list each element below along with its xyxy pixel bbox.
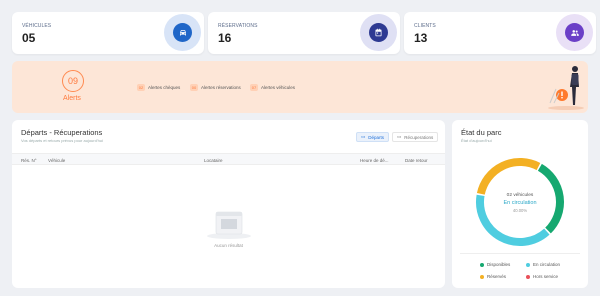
legend-divider bbox=[460, 253, 580, 254]
legend-dot bbox=[526, 274, 530, 279]
fleet-subtitle: État d'aujourd'hui bbox=[461, 138, 492, 143]
panel-subtitle: Vos départs et retours prévus pour aujou… bbox=[21, 138, 103, 143]
legend-dot bbox=[480, 262, 484, 267]
alert-chip-cheques[interactable]: 02 Alertes chèques bbox=[137, 82, 180, 92]
alert-chip-reservations[interactable]: 00 Alertes réservations bbox=[190, 82, 241, 92]
alert-chip-count: 00 bbox=[190, 83, 198, 91]
users-icon bbox=[556, 14, 593, 51]
tab-recuperations[interactable]: ▭ Récuperations bbox=[392, 132, 439, 142]
column-header-tenant[interactable]: Locataire bbox=[204, 158, 223, 163]
legend-label: En circulation bbox=[533, 262, 561, 267]
donut-center-percent: 40.00% bbox=[512, 208, 528, 213]
legend-label: Hors service bbox=[533, 274, 559, 279]
legend-item-reserved[interactable]: Réservés bbox=[480, 274, 506, 279]
stat-card-vehicles[interactable]: VÉHICULES 05 bbox=[12, 12, 204, 54]
alerts-label: Alerts bbox=[63, 95, 81, 102]
tab-label: Récuperations bbox=[404, 134, 434, 140]
tab-departures[interactable]: ▭ Départs bbox=[356, 132, 390, 142]
alert-chip-label: Alertes réservations bbox=[201, 84, 241, 90]
donut-slice-réservés[interactable] bbox=[476, 158, 541, 195]
empty-state-icon bbox=[207, 211, 251, 239]
alert-chip-count: 07 bbox=[250, 83, 258, 91]
alert-chip-vehicles[interactable]: 07 Alertes véhicules bbox=[250, 82, 295, 92]
stat-value: 16 bbox=[218, 31, 232, 45]
person-alert-illustration-icon bbox=[548, 66, 584, 110]
departures-tab-icon: ▭ bbox=[361, 134, 366, 139]
legend-item-available[interactable]: Disponibles bbox=[480, 262, 510, 267]
donut-center-count: 02 véhicules bbox=[506, 193, 534, 198]
recuperations-tab-icon: ▭ bbox=[397, 134, 402, 139]
column-header-departure-time[interactable]: Heure de dé... bbox=[360, 158, 389, 163]
car-icon bbox=[164, 14, 201, 51]
stat-label: RÉSERVATIONS bbox=[218, 23, 258, 29]
stat-label: CLIENTS bbox=[414, 23, 436, 29]
fleet-state-card: État du parc État d'aujourd'hui 02 véhic… bbox=[452, 120, 588, 288]
stat-label: VÉHICULES bbox=[22, 23, 52, 29]
column-header-return-date[interactable]: Date retour bbox=[405, 158, 428, 163]
calendar-icon bbox=[360, 14, 397, 51]
legend-item-out-of-service[interactable]: Hors service bbox=[526, 274, 558, 279]
alert-chip-label: Alertes chèques bbox=[148, 84, 181, 90]
legend-item-in-circulation[interactable]: En circulation bbox=[526, 262, 560, 267]
stat-value: 05 bbox=[22, 31, 36, 45]
donut-center-label: En circulation bbox=[503, 200, 537, 206]
stat-card-clients[interactable]: CLIENTS 13 bbox=[404, 12, 596, 54]
stat-value: 13 bbox=[414, 31, 428, 45]
empty-state-text: Aucun résultat bbox=[214, 243, 243, 248]
legend-label: Réservés bbox=[487, 274, 507, 279]
column-header-vehicle[interactable]: Véhicule bbox=[48, 158, 65, 163]
table-header: Rés. N° Véhicule Locataire Heure de dé..… bbox=[12, 153, 445, 165]
panel-title: Départs - Récuperations bbox=[21, 128, 103, 137]
legend-dot bbox=[526, 262, 530, 267]
departures-panel: Départs - Récuperations Vos départs et r… bbox=[12, 120, 445, 288]
alert-chip-label: Alertes véhicules bbox=[261, 84, 296, 90]
tab-label: Départs bbox=[368, 134, 385, 140]
alerts-banner: 09 Alerts 02 Alertes chèques 00 Alertes … bbox=[12, 61, 588, 113]
donut-slice-disponibles[interactable] bbox=[537, 163, 564, 234]
column-header-res[interactable]: Rés. N° bbox=[21, 158, 37, 163]
legend-dot bbox=[480, 274, 484, 279]
stat-card-reservations[interactable]: RÉSERVATIONS 16 bbox=[208, 12, 400, 54]
legend-label: Disponibles bbox=[487, 262, 511, 267]
alert-chip-count: 02 bbox=[137, 83, 145, 91]
fleet-title: État du parc bbox=[461, 128, 502, 137]
alerts-count-badge: 09 bbox=[62, 70, 84, 92]
